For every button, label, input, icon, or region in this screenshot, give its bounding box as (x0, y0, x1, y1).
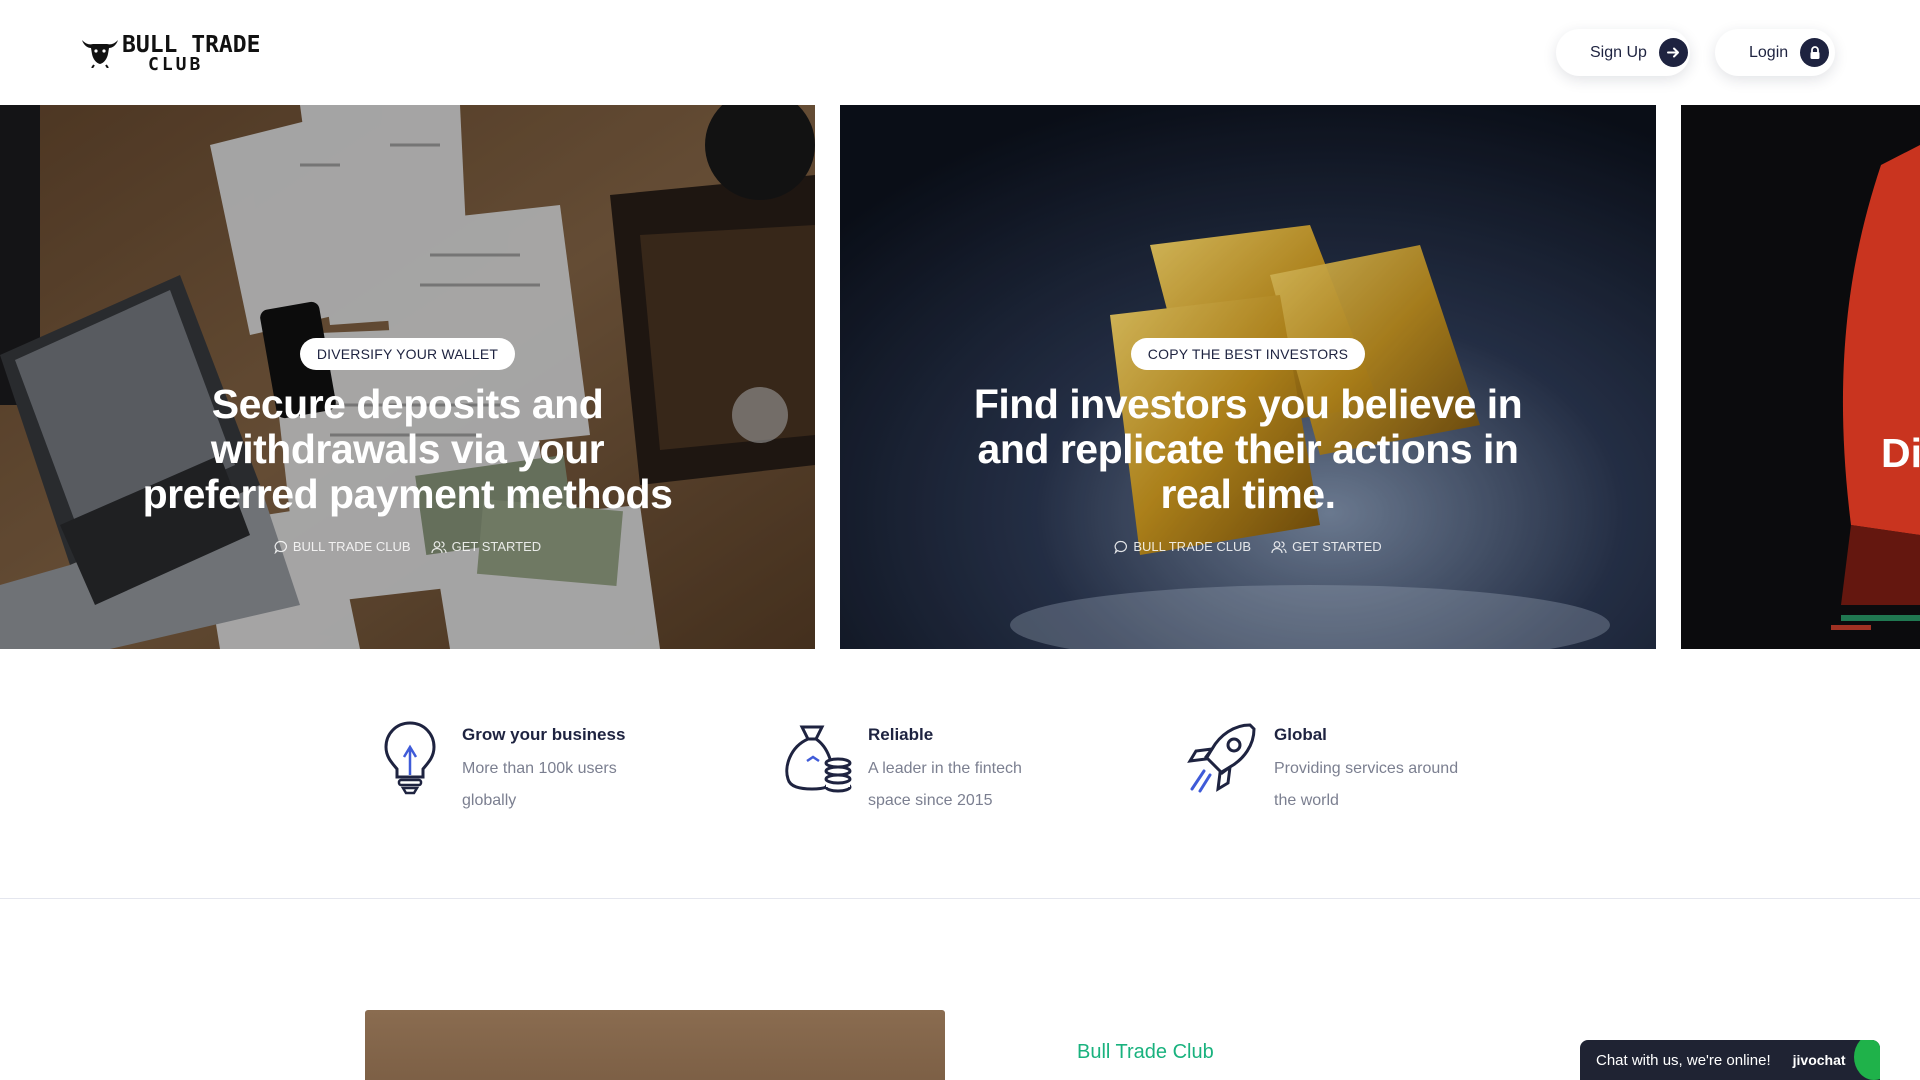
slide-tag[interactable]: DIVERSIFY YOUR WALLET (299, 338, 516, 370)
chat-brand: jivochat (1792, 1052, 1846, 1068)
slide-content: COPY THE BEST INVESTORS Find investors y… (840, 338, 1656, 554)
feature-description: A leader in the fintech space since 2015 (868, 760, 1022, 809)
feature-title: Global (1274, 725, 1327, 744)
feature-title: Reliable (868, 725, 934, 744)
hero-slider[interactable]: DIVERSIFY YOUR WALLET Secure deposits an… (0, 105, 1920, 649)
meta-get-started[interactable]: GET STARTED (1271, 539, 1382, 554)
comment-icon (1114, 540, 1128, 554)
sign-up-label: Sign Up (1590, 43, 1647, 61)
slide-meta: BULL TRADE CLUB GET STARTED (840, 539, 1656, 554)
feature-title: Grow your business (462, 725, 626, 744)
feature-global: Global Providing services around the wor… (1182, 717, 1474, 817)
lightbulb-icon (384, 721, 436, 795)
meta-get-started[interactable]: GET STARTED (430, 539, 542, 554)
feature-text: Reliable A leader in the fintech space s… (868, 717, 1068, 817)
rocket-icon (1187, 723, 1256, 793)
meta-author-label: BULL TRADE CLUB (1133, 539, 1252, 554)
slide-title-peek: Di (1881, 430, 1920, 476)
feature-description: More than 100k users globally (462, 760, 617, 809)
comment-icon (274, 540, 287, 554)
slide-copy-investors[interactable]: COPY THE BEST INVESTORS Find investors y… (840, 105, 1656, 649)
slide-meta: BULL TRADE CLUB GET STARTED (0, 539, 815, 554)
about-image (365, 1010, 945, 1080)
meta-author-label: BULL TRADE CLUB (292, 539, 411, 554)
slide-next-peek[interactable]: Di (1681, 105, 1920, 649)
meta-author[interactable]: BULL TRADE CLUB (274, 539, 411, 554)
meta-author[interactable]: BULL TRADE CLUB (1114, 539, 1251, 554)
features-section: Grow your business More than 100k users … (0, 649, 1920, 899)
logo-line-2: CLUB (148, 54, 204, 75)
slide-content: DIVERSIFY YOUR WALLET Secure deposits an… (0, 338, 815, 554)
meta-get-started-label: GET STARTED (451, 539, 542, 554)
chat-message: Chat with us, we're online! (1596, 1051, 1771, 1069)
trading-hand-photo (1681, 105, 1920, 649)
lock-icon (1800, 38, 1830, 67)
sign-up-button[interactable]: Sign Up (1556, 29, 1690, 76)
feature-grow-business: Grow your business More than 100k users … (370, 717, 662, 817)
bull-logo-icon (82, 40, 118, 68)
money-bag-coins-icon (785, 725, 852, 793)
login-button[interactable]: Login (1715, 29, 1835, 76)
live-chat-widget[interactable]: Chat with us, we're online! jivochat (1580, 1040, 1880, 1080)
slide-diversify[interactable]: DIVERSIFY YOUR WALLET Secure deposits an… (0, 105, 815, 649)
site-header: BULL TRADE CLUB Sign Up Login (0, 0, 1920, 105)
feature-description: Providing services around the world (1274, 760, 1459, 809)
slide-title[interactable]: Secure deposits and withdrawals via your… (128, 382, 688, 517)
login-label: Login (1749, 43, 1789, 61)
users-icon (430, 540, 447, 553)
feature-reliable: Reliable A leader in the fintech space s… (776, 717, 1068, 817)
logo-wordmark: BULL TRADE CLUB (122, 34, 260, 74)
site-logo[interactable]: BULL TRADE CLUB (80, 34, 260, 74)
slide-title[interactable]: Find investors you believe in and replic… (968, 382, 1528, 517)
users-icon (1271, 540, 1287, 553)
feature-text: Grow your business More than 100k users … (462, 717, 662, 817)
slide-tag[interactable]: COPY THE BEST INVESTORS (1130, 338, 1366, 370)
arrow-right-icon (1658, 38, 1688, 67)
feature-text: Global Providing services around the wor… (1274, 717, 1474, 817)
about-kicker: Bull Trade Club (1077, 1041, 1214, 1063)
meta-get-started-label: GET STARTED (1292, 539, 1382, 554)
chat-status-indicator (1854, 1040, 1880, 1080)
